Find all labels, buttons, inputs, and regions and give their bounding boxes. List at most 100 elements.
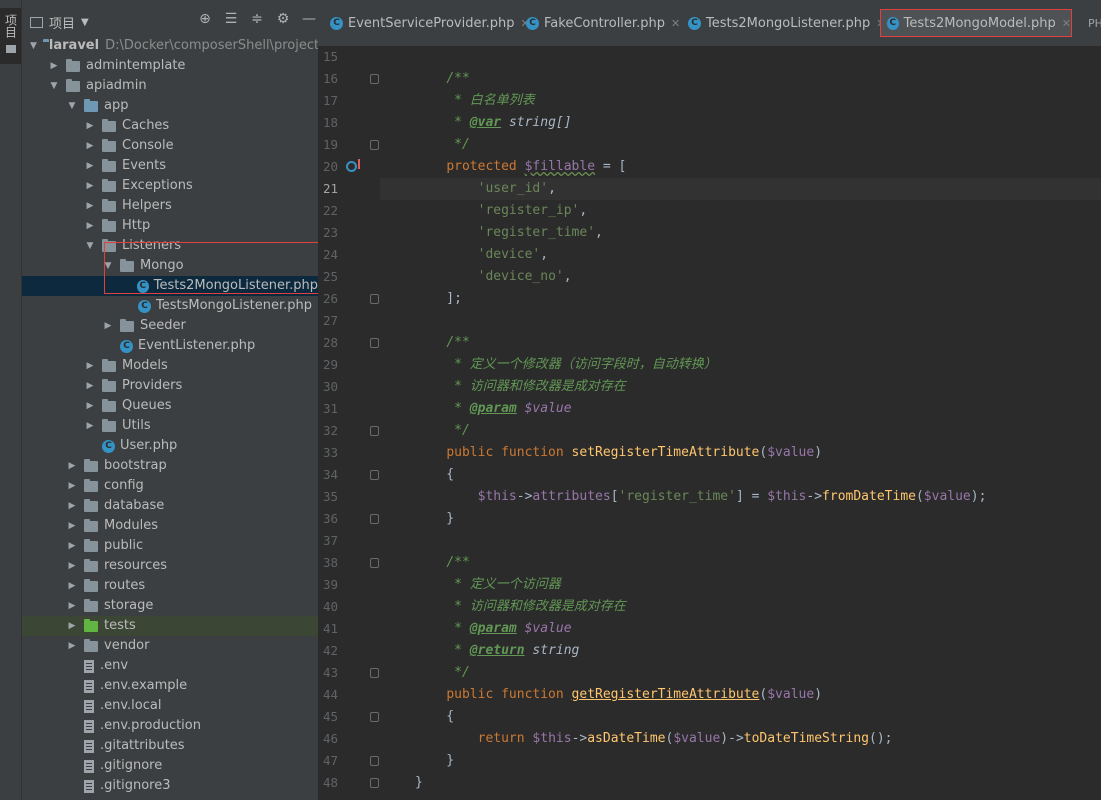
tree-folder-item[interactable]: ▶ bootstrap [22, 456, 318, 476]
locate-icon[interactable]: ⊕ [198, 12, 212, 26]
hide-icon[interactable]: — [302, 12, 316, 26]
chevron-right-icon[interactable]: ▶ [66, 476, 78, 496]
fold-icon[interactable] [370, 514, 379, 524]
chevron-right-icon[interactable]: ▶ [66, 596, 78, 616]
chevron-right-icon[interactable]: ▶ [84, 176, 96, 196]
tree-folder-item[interactable]: ▶ Events [22, 156, 318, 176]
tab-overflow-button[interactable]: PHP [1078, 9, 1101, 37]
code-area[interactable]: protected $table = 'users'; /** * 白名单列表 … [380, 24, 1101, 794]
tree-folder-item[interactable]: ▶ config [22, 476, 318, 496]
code-line[interactable] [380, 310, 1101, 332]
chevron-down-icon[interactable]: ▼ [102, 256, 114, 276]
code-line[interactable]: } [380, 750, 1101, 772]
code-line[interactable]: return $this->asDateTime($value)->toDate… [380, 728, 1101, 750]
chevron-right-icon[interactable]: ▶ [84, 196, 96, 216]
chevron-right-icon[interactable]: ▶ [84, 356, 96, 376]
code-line[interactable]: { [380, 706, 1101, 728]
code-line[interactable]: * @param $value [380, 398, 1101, 420]
editor-tab[interactable]: CTests2MongoListener.php✕ [678, 9, 885, 37]
code-line[interactable]: public function setRegisterTimeAttribute… [380, 442, 1101, 464]
tree-file-item[interactable]: ▶.gitignore [22, 756, 318, 776]
fold-icon[interactable] [370, 140, 379, 150]
code-line[interactable]: protected $fillable = [ [380, 156, 1101, 178]
chevron-right-icon[interactable]: ▶ [84, 116, 96, 136]
code-line[interactable]: $this->attributes['register_time'] = $th… [380, 486, 1101, 508]
code-line[interactable]: ]; [380, 288, 1101, 310]
tree-folder-item[interactable]: ▶ Utils [22, 416, 318, 436]
tree-file-item[interactable]: ▶CEventListener.php [22, 336, 318, 356]
code-line[interactable]: { [380, 464, 1101, 486]
tree-file-item[interactable]: ▶CTestsMongoListener.php [22, 296, 318, 316]
chevron-right-icon[interactable]: ▶ [66, 636, 78, 656]
fold-icon[interactable] [370, 294, 379, 304]
tree-folder-item[interactable]: ▼ apiadmin [22, 76, 318, 96]
fold-icon[interactable] [370, 338, 379, 348]
chevron-right-icon[interactable]: ▶ [66, 536, 78, 556]
editor-tab[interactable]: C FakeController.php ✕ [516, 9, 680, 37]
chevron-right-icon[interactable]: ▶ [66, 556, 78, 576]
tree-folder-item[interactable]: ▶ Helpers [22, 196, 318, 216]
tree-folder-item[interactable]: ▶ Exceptions [22, 176, 318, 196]
fold-icon[interactable] [370, 756, 379, 766]
code-line[interactable]: } [380, 508, 1101, 530]
chevron-right-icon[interactable]: ▶ [66, 576, 78, 596]
chevron-right-icon[interactable]: ▶ [102, 316, 114, 336]
chevron-right-icon[interactable]: ▶ [84, 416, 96, 436]
tree-folder-item[interactable]: ▼ app [22, 96, 318, 116]
code-line[interactable]: /** [380, 68, 1101, 90]
tree-folder-item[interactable]: ▶ Queues [22, 396, 318, 416]
tree-file-item[interactable]: ▶CUser.php [22, 436, 318, 456]
fold-icon[interactable] [370, 778, 379, 788]
code-line[interactable]: * 定义一个修改器（访问字段时，自动转换） [380, 354, 1101, 376]
fold-icon[interactable] [370, 470, 379, 480]
code-line[interactable]: 'register_time', [380, 222, 1101, 244]
code-line[interactable] [380, 46, 1101, 68]
code-line[interactable]: * @param $value [380, 618, 1101, 640]
tree-folder-item[interactable]: ▶ Providers [22, 376, 318, 396]
fold-icon[interactable] [370, 426, 379, 436]
code-line[interactable]: * @var string[] [380, 112, 1101, 134]
project-view-selector[interactable]: 项目 ▼ [30, 13, 89, 32]
fold-icon[interactable] [370, 558, 379, 568]
collapse-all-icon[interactable]: ≑ [250, 12, 264, 26]
tree-file-item[interactable]: ▶CTests2MongoListener.php [22, 276, 318, 296]
chevron-down-icon[interactable]: ▼ [66, 96, 78, 116]
tree-folder-item[interactable]: ▶ admintemplate [22, 56, 318, 76]
code-line[interactable]: */ [380, 420, 1101, 442]
code-line[interactable]: 'device_no', [380, 266, 1101, 288]
code-line[interactable]: * 定义一个访问器 [380, 574, 1101, 596]
code-line[interactable]: 'device', [380, 244, 1101, 266]
tree-folder-item[interactable]: ▶ database [22, 496, 318, 516]
tree-folder-item[interactable]: ▼ Listeners [22, 236, 318, 256]
chevron-right-icon[interactable]: ▶ [66, 616, 78, 636]
fold-icon[interactable] [370, 74, 379, 84]
editor-tab[interactable]: C Tests2MongoModel.php ✕ [880, 9, 1072, 37]
tree-folder-item[interactable]: ▶ Caches [22, 116, 318, 136]
chevron-right-icon[interactable]: ▶ [84, 216, 96, 236]
tree-file-item[interactable]: ▶.env.example [22, 676, 318, 696]
tree-file-item[interactable]: ▶.env [22, 656, 318, 676]
tree-folder-item[interactable]: ▶ Http [22, 216, 318, 236]
tree-folder-item[interactable]: ▶ vendor [22, 636, 318, 656]
chevron-right-icon[interactable]: ▶ [66, 516, 78, 536]
editor-tab[interactable]: CEventServiceProvider.php✕ [320, 9, 530, 37]
code-line[interactable]: * 访问器和修改器是成对存在 [380, 596, 1101, 618]
code-line[interactable]: 'register_ip', [380, 200, 1101, 222]
code-line[interactable]: * 访问器和修改器是成对存在 [380, 376, 1101, 398]
tree-folder-item[interactable]: ▼ Mongo [22, 256, 318, 276]
chevron-right-icon[interactable]: ▶ [48, 56, 60, 76]
tree-folder-item[interactable]: ▶ tests [22, 616, 318, 636]
fold-icon[interactable] [370, 712, 379, 722]
code-line[interactable]: } [380, 772, 1101, 794]
chevron-right-icon[interactable]: ▶ [66, 496, 78, 516]
chevron-right-icon[interactable]: ▶ [84, 376, 96, 396]
code-line[interactable] [380, 530, 1101, 552]
tree-folder-item[interactable]: ▶ public [22, 536, 318, 556]
code-line[interactable]: * 白名单列表 [380, 90, 1101, 112]
close-icon[interactable]: ✕ [1062, 17, 1071, 30]
project-tool-tab[interactable]: 项目 [0, 8, 21, 64]
chevron-right-icon[interactable]: ▶ [84, 396, 96, 416]
code-line[interactable]: /** [380, 552, 1101, 574]
tree-folder-item[interactable]: ▶ Modules [22, 516, 318, 536]
chevron-down-icon[interactable]: ▼ [48, 76, 60, 96]
